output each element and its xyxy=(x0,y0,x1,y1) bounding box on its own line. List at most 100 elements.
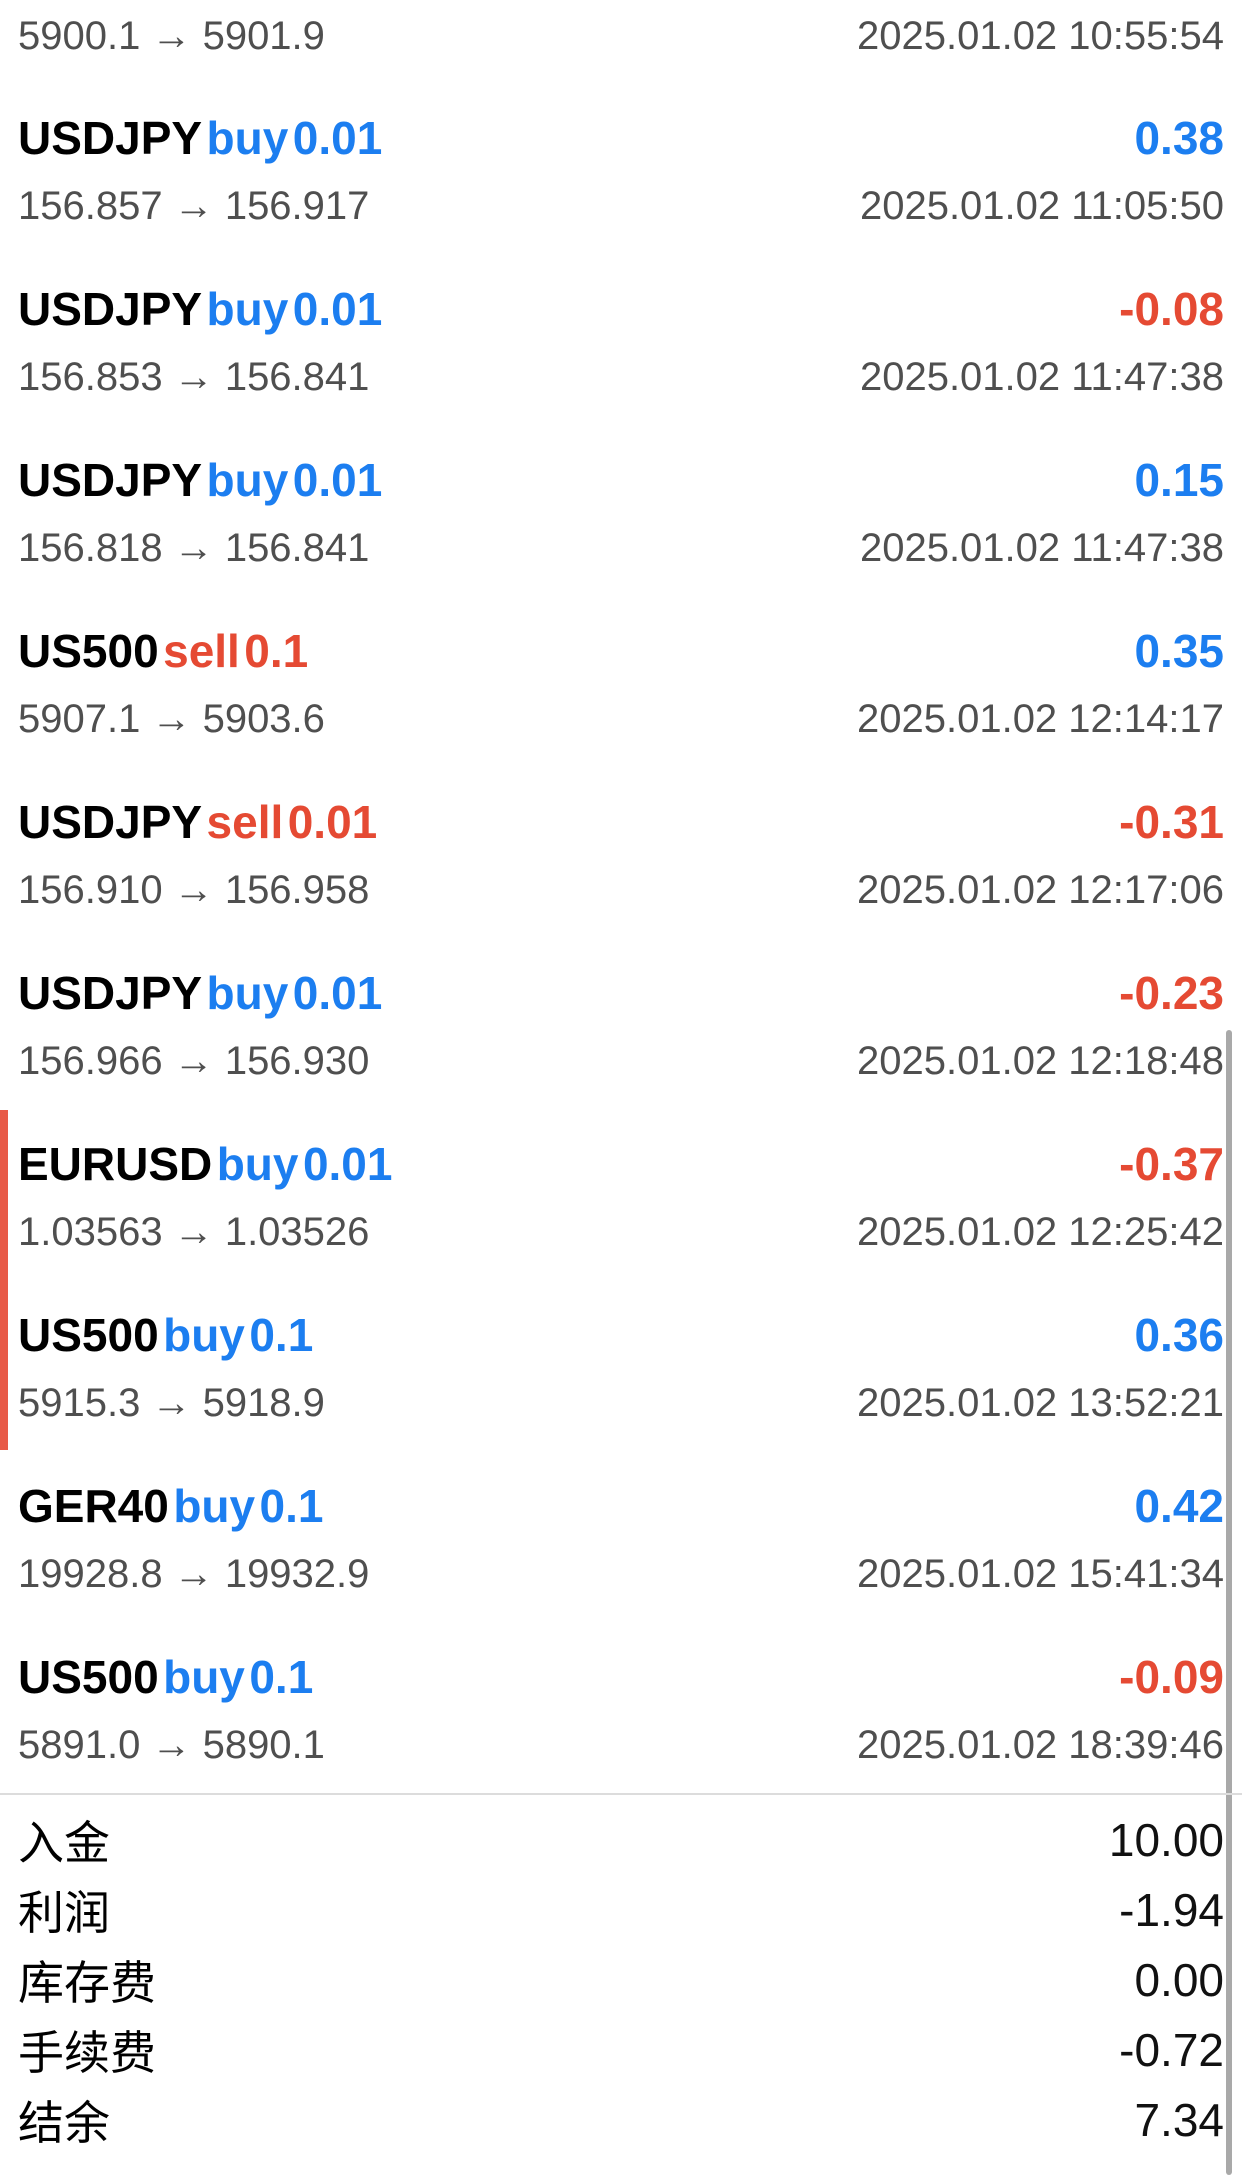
trade-volume: 0.1 xyxy=(259,1480,324,1532)
trade-profit: 0.38 xyxy=(1134,112,1224,164)
trade-prices: 5915.3 → 5918.9 xyxy=(18,1380,325,1425)
trade-header: US500 buy 0.1 -0.09 xyxy=(18,1636,1224,1718)
trade-row-partial[interactable]: 5900.1 → 5901.9 2025.01.02 10:55:54 xyxy=(18,0,1224,72)
trade-row[interactable]: US500 buy 0.1 -0.09 5891.0 → 5890.1 2025.01… xyxy=(0,1636,1242,1807)
trade-title: USDJPY buy 0.01 xyxy=(18,966,382,1020)
trade-details: 5891.0 → 5890.1 2025.01.02 18:39:46 xyxy=(18,1714,1224,1776)
trade-header: USDJPY buy 0.01 -0.08 xyxy=(18,268,1224,350)
selection-marker xyxy=(0,1110,8,1450)
trade-row[interactable]: USDJPY buy 0.01 0.38 156.857 → 156.917 2025… xyxy=(0,97,1242,268)
divider xyxy=(0,1793,1242,1795)
summary-value: 10.00 xyxy=(1108,1814,1224,1866)
trade-prices: 5907.1 → 5903.6 xyxy=(18,696,325,741)
trade-direction: buy xyxy=(173,1480,256,1532)
trade-symbol: USDJPY xyxy=(18,967,203,1019)
scrollbar[interactable] xyxy=(1226,1030,1232,2175)
trade-row[interactable]: US500 buy 0.1 0.36 5915.3 → 5918.9 2025.01.… xyxy=(0,1294,1242,1465)
trade-header: USDJPY buy 0.01 0.15 xyxy=(18,439,1224,521)
trade-volume: 0.01 xyxy=(292,283,383,335)
trade-prices: 156.857 → 156.917 xyxy=(18,183,370,228)
summary-value: 7.34 xyxy=(1134,2094,1224,2146)
trade-details: 1.03563 → 1.03526 2025.01.02 12:25:42 xyxy=(18,1201,1224,1263)
trade-row[interactable]: USDJPY buy 0.01 -0.23 156.966 → 156.930 202… xyxy=(0,952,1242,1123)
trade-header: USDJPY buy 0.01 0.38 xyxy=(18,97,1224,179)
trade-direction: buy xyxy=(206,967,289,1019)
trade-history-screen: 5900.1 → 5901.9 2025.01.02 10:55:54 USDJ… xyxy=(0,0,1242,2175)
trade-direction: buy xyxy=(206,283,289,335)
trade-time: 2025.01.02 18:39:46 xyxy=(856,1722,1224,1767)
trade-profit: -0.08 xyxy=(1119,283,1224,335)
trade-prices: 156.910 → 156.958 xyxy=(18,867,370,912)
trade-direction: buy xyxy=(206,454,289,506)
trade-row[interactable]: USDJPY buy 0.01 0.15 156.818 → 156.841 2025… xyxy=(0,439,1242,610)
trade-direction: buy xyxy=(206,112,289,164)
trade-time: 2025.01.02 10:55:54 xyxy=(856,13,1224,58)
trade-details: 156.857 → 156.917 2025.01.02 11:05:50 xyxy=(18,175,1224,237)
trade-prices: 156.966 → 156.930 xyxy=(18,1038,370,1083)
trade-symbol: GER40 xyxy=(18,1480,169,1532)
trade-row[interactable]: USDJPY buy 0.01 -0.08 156.853 → 156.841 202… xyxy=(0,268,1242,439)
trade-title: USDJPY sell 0.01 xyxy=(18,795,377,849)
trade-time: 2025.01.02 11:47:38 xyxy=(859,354,1224,399)
trade-time: 2025.01.02 12:17:06 xyxy=(856,867,1224,912)
trade-title: USDJPY buy 0.01 xyxy=(18,282,382,336)
trade-title: USDJPY buy 0.01 xyxy=(18,453,382,507)
trade-symbol: US500 xyxy=(18,1651,159,1703)
trade-details: 156.853 → 156.841 2025.01.02 11:47:38 xyxy=(18,346,1224,408)
trade-direction: buy xyxy=(216,1138,299,1190)
summary-value: -0.72 xyxy=(1119,2024,1224,2076)
trade-symbol: USDJPY xyxy=(18,112,203,164)
trade-row[interactable]: US500 sell 0.1 0.35 5907.1 → 5903.6 2025.01… xyxy=(0,610,1242,781)
trade-symbol: EURUSD xyxy=(18,1138,213,1190)
trade-symbol: USDJPY xyxy=(18,796,203,848)
trade-row[interactable]: EURUSD buy 0.01 -0.37 1.03563 → 1.03526 202… xyxy=(0,1123,1242,1294)
trade-volume: 0.01 xyxy=(292,454,383,506)
trade-profit: 0.36 xyxy=(1134,1309,1224,1361)
trade-volume: 0.01 xyxy=(302,1138,393,1190)
trade-volume: 0.1 xyxy=(244,625,309,677)
trade-prices: 1.03563 → 1.03526 xyxy=(18,1209,370,1254)
trade-volume: 0.01 xyxy=(292,112,383,164)
trade-volume: 0.01 xyxy=(292,967,383,1019)
trade-time: 2025.01.02 13:52:21 xyxy=(856,1380,1224,1425)
summary-row: 入金 10.00 xyxy=(18,1805,1224,1875)
trade-row[interactable]: USDJPY sell 0.01 -0.31 156.910 → 156.958 20… xyxy=(0,781,1242,952)
trade-details: 5907.1 → 5903.6 2025.01.02 12:14:17 xyxy=(18,688,1224,750)
trade-header: US500 sell 0.1 0.35 xyxy=(18,610,1224,692)
trade-time: 2025.01.02 11:47:38 xyxy=(859,525,1224,570)
summary-row: 手续费 -0.72 xyxy=(18,2015,1224,2085)
trade-profit: -0.31 xyxy=(1119,796,1224,848)
trade-direction: buy xyxy=(163,1651,245,1703)
trade-details: 156.910 → 156.958 2025.01.02 12:17:06 xyxy=(18,859,1224,921)
trade-profit: 0.15 xyxy=(1134,454,1224,506)
trade-symbol: US500 xyxy=(18,625,159,677)
trade-details: 5915.3 → 5918.9 2025.01.02 13:52:21 xyxy=(18,1372,1224,1434)
trade-profit: -0.09 xyxy=(1119,1651,1224,1703)
trade-profit: -0.37 xyxy=(1119,1138,1224,1190)
trade-title: US500 sell 0.1 xyxy=(18,624,308,678)
summary-row: 库存费 0.00 xyxy=(18,1945,1224,2015)
trade-details: 156.818 → 156.841 2025.01.02 11:47:38 xyxy=(18,517,1224,579)
trade-title: GER40 buy 0.1 xyxy=(18,1479,324,1533)
trade-profit: 0.42 xyxy=(1134,1480,1224,1532)
summary-label: 结余 xyxy=(18,2097,110,2149)
trade-volume: 0.1 xyxy=(249,1651,314,1703)
trade-volume: 0.01 xyxy=(287,796,378,848)
trade-prices: 156.853 → 156.841 xyxy=(18,354,370,399)
summary-label: 手续费 xyxy=(18,2027,156,2079)
summary-label: 入金 xyxy=(18,1817,110,1869)
account-summary: 入金 10.00 利润 -1.94 库存费 0.00 手续费 -0.72 结余 7.34 xyxy=(18,1805,1224,2155)
trade-header: USDJPY sell 0.01 -0.31 xyxy=(18,781,1224,863)
trade-time: 2025.01.02 11:05:50 xyxy=(859,183,1224,228)
trade-header: US500 buy 0.1 0.36 xyxy=(18,1294,1224,1376)
trade-header: EURUSD buy 0.01 -0.37 xyxy=(18,1123,1224,1205)
trade-row[interactable]: GER40 buy 0.1 0.42 19928.8 → 19932.9 2025.0… xyxy=(0,1465,1242,1636)
trade-direction: sell xyxy=(163,625,240,677)
summary-label: 利润 xyxy=(18,1887,110,1939)
summary-row: 利润 -1.94 xyxy=(18,1875,1224,1945)
trade-direction: sell xyxy=(206,796,284,848)
summary-value: 0.00 xyxy=(1134,1954,1224,2006)
trade-time: 2025.01.02 12:14:17 xyxy=(856,696,1224,741)
trade-details: 156.966 → 156.930 2025.01.02 12:18:48 xyxy=(18,1030,1224,1092)
trade-prices: 19928.8 → 19932.9 xyxy=(18,1551,370,1596)
